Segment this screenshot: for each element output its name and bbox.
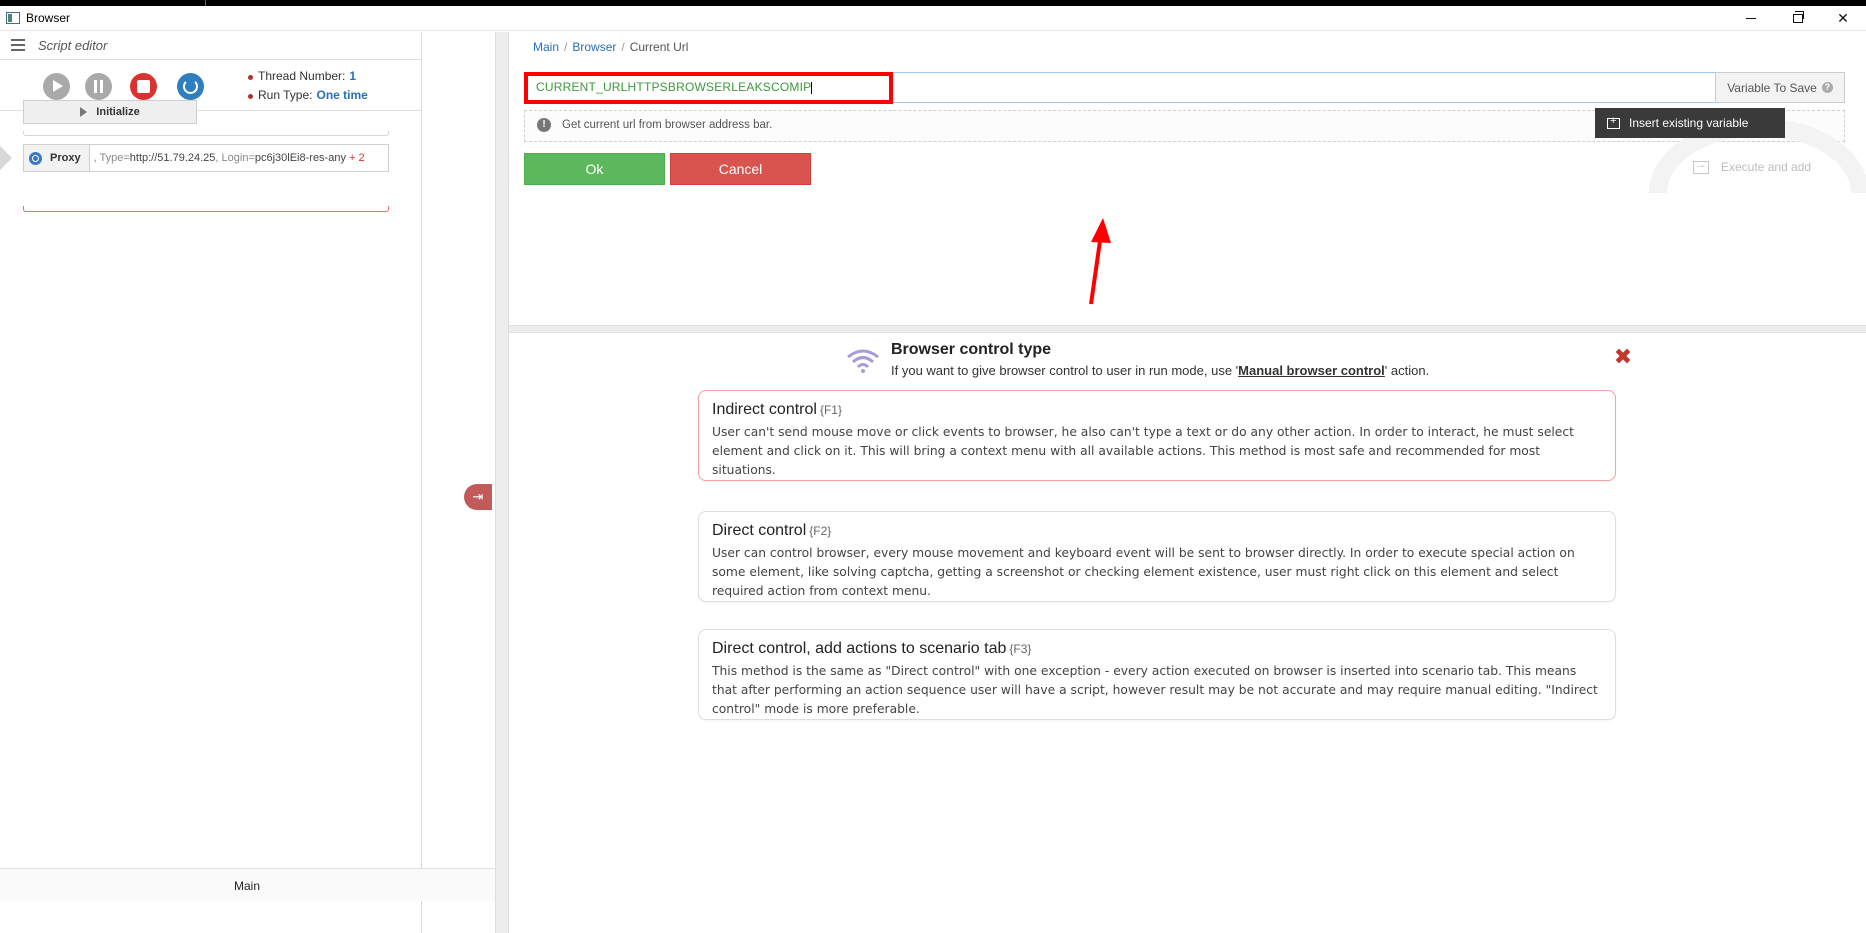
input-highlight-box: [524, 72, 893, 104]
window-title: Browser: [26, 11, 71, 25]
section-divider[interactable]: [509, 325, 1866, 333]
proxy-type-value: http://51.79.24.25: [129, 152, 216, 164]
close-window-button[interactable]: ✕: [1820, 6, 1866, 31]
proxy-params: , Type=http://51.79.24.25, Login=pc6j30l…: [90, 152, 365, 164]
play-small-icon: [80, 107, 88, 117]
manual-browser-control-link[interactable]: Manual browser control: [1238, 363, 1385, 378]
proxy-login-prefix: , Login=: [215, 152, 255, 164]
menu-icon[interactable]: [11, 39, 25, 51]
proxy-type-prefix: , Type=: [93, 152, 130, 164]
run-type-label: Run Type:: [258, 88, 313, 102]
ok-button[interactable]: Ok: [524, 153, 665, 185]
close-panel-button[interactable]: ✖: [1613, 346, 1633, 368]
thread-number-label: Thread Number:: [258, 69, 346, 83]
restart-button[interactable]: [177, 73, 204, 100]
browser-control-panel: Browser control type If you want to give…: [509, 333, 1866, 933]
option-title: Indirect control: [712, 401, 817, 418]
proxy-block-bottom: [23, 206, 389, 212]
info-icon: !: [537, 118, 551, 132]
title-bar: Browser ✕: [0, 6, 1866, 31]
direct-control-scenario-option[interactable]: Direct control, add actions to scenario …: [698, 629, 1616, 720]
close-icon: ✕: [1837, 10, 1849, 26]
play-button[interactable]: [43, 73, 70, 100]
execute-and-add-label: Execute and add: [1721, 160, 1812, 174]
variable-to-save-button[interactable]: Variable To Save ?: [1715, 72, 1845, 103]
execute-icon: [1693, 159, 1709, 174]
script-editor-title: Script editor: [38, 38, 108, 53]
option-description: User can't send mouse move or click even…: [712, 425, 1574, 477]
proxy-login-value: pc6j30lEi8-res-any: [254, 152, 346, 164]
minimize-icon: [1746, 18, 1756, 19]
proxy-label: Proxy: [50, 152, 81, 164]
initialize-label: Initialize: [96, 106, 140, 118]
option-title: Direct control, add actions to scenario …: [712, 640, 1007, 657]
browser-control-subtitle: If you want to give browser control to u…: [891, 363, 1430, 378]
initialize-button[interactable]: Initialize: [23, 100, 197, 124]
stop-button[interactable]: [130, 73, 157, 100]
run-type-value[interactable]: One time: [316, 88, 367, 102]
cancel-button[interactable]: Cancel: [670, 153, 811, 185]
initialize-block-bottom: [23, 131, 389, 136]
variable-to-save-label: Variable To Save: [1727, 80, 1817, 95]
pane-splitter[interactable]: [495, 32, 509, 933]
thread-number-row: Thread Number: 1: [248, 67, 368, 86]
option-shortcut: {F1}: [819, 403, 842, 417]
tab-main[interactable]: Main: [234, 879, 260, 893]
direct-control-option[interactable]: Direct control {F2} User can control brow…: [698, 511, 1616, 602]
minimize-button[interactable]: [1728, 6, 1774, 31]
insert-variable-tooltip[interactable]: Insert existing variable: [1595, 108, 1785, 138]
thread-number-value[interactable]: 1: [349, 69, 356, 83]
script-editor-header: Script editor: [0, 32, 422, 60]
indirect-control-option[interactable]: Indirect control {F1} User can't send mou…: [698, 390, 1616, 481]
option-description: User can control browser, every mouse mo…: [712, 546, 1575, 598]
execute-and-add-button[interactable]: Execute and add: [1693, 159, 1812, 174]
watermark-icon: [1649, 118, 1866, 193]
proxy-more-params: + 2: [349, 152, 365, 164]
breadcrumb-browser[interactable]: Browser: [572, 40, 616, 54]
option-shortcut: {F3}: [1009, 642, 1032, 656]
option-title: Direct control: [712, 522, 807, 539]
browser-control-title: Browser control type: [891, 341, 1052, 358]
proxy-icon: [29, 151, 42, 165]
left-footer-tabs: Main: [0, 868, 495, 901]
option-shortcut: {F2}: [809, 524, 832, 538]
maximize-button[interactable]: [1775, 6, 1821, 31]
wifi-icon: [847, 349, 879, 373]
tooltip-text: Insert existing variable: [1629, 116, 1749, 130]
option-description: This method is the same as "Direct contr…: [712, 664, 1598, 716]
pause-button[interactable]: [85, 73, 112, 100]
breadcrumb: Main / Browser / Current Url: [533, 40, 689, 54]
insert-variable-icon: [1607, 115, 1620, 129]
enter-icon[interactable]: ⇥: [464, 484, 492, 510]
run-type-row: Run Type: One time: [248, 86, 368, 105]
help-icon[interactable]: ?: [1821, 82, 1833, 93]
hint-text: Get current url from browser address bar…: [562, 119, 773, 131]
red-arrow-annotation: [1089, 218, 1111, 305]
restore-icon: [1793, 11, 1804, 23]
thread-info: Thread Number: 1 Run Type: One time: [248, 67, 368, 105]
app-icon: [6, 12, 20, 24]
proxy-chip[interactable]: Proxy: [24, 145, 90, 171]
breadcrumb-main[interactable]: Main: [533, 40, 559, 54]
proxy-action-row[interactable]: Proxy , Type=http://51.79.24.25, Login=p…: [23, 144, 389, 172]
breadcrumb-current: Current Url: [629, 40, 689, 54]
